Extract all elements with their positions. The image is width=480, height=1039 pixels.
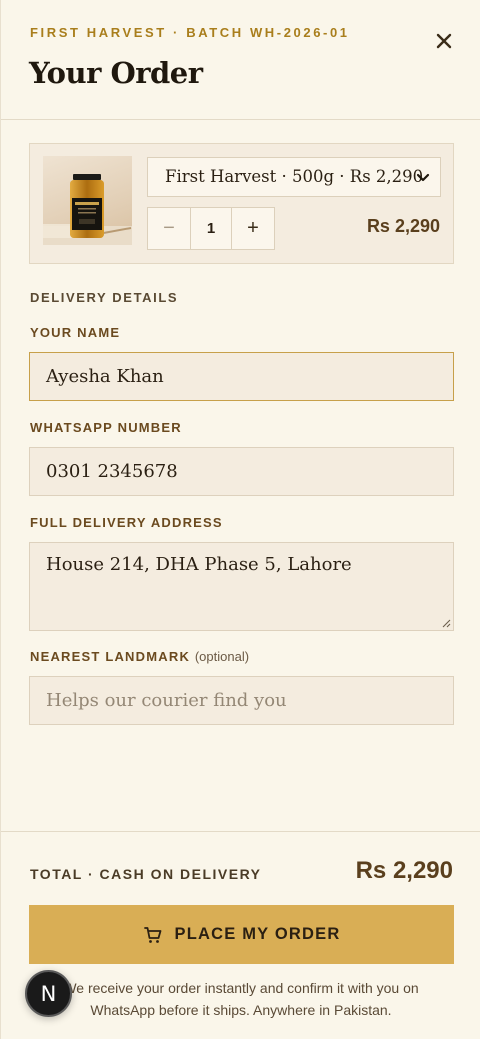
address-field[interactable]: House 214, DHA Phase 5, Lahore [29, 542, 454, 631]
divider [1, 119, 480, 120]
cart-icon [143, 926, 161, 943]
delivery-section-label: DELIVERY DETAILS [30, 290, 179, 305]
landmark-label: NEAREST LANDMARK (optional) [30, 649, 249, 664]
variant-select-value: First Harvest · 500g · Rs 2,290 [165, 167, 424, 186]
increase-quantity-button[interactable]: + [232, 208, 274, 249]
chevron-down-icon [416, 173, 430, 182]
close-icon [436, 33, 452, 49]
name-field[interactable]: Ayesha Khan [29, 352, 454, 401]
divider [1, 831, 480, 832]
total-label: TOTAL · CASH ON DELIVERY [30, 866, 262, 882]
whatsapp-field-value: 0301 2345678 [46, 461, 178, 482]
variant-select[interactable]: First Harvest · 500g · Rs 2,290 [147, 157, 441, 197]
landmark-field-placeholder: Helps our courier find you [46, 690, 287, 711]
line-price: Rs 2,290 [366, 216, 440, 236]
quantity-value: 1 [190, 208, 232, 249]
order-panel: FIRST HARVEST · BATCH WH-2026-01 Your Or… [0, 0, 480, 1039]
cart-item: First Harvest · 500g · Rs 2,290 − 1 + Rs… [29, 143, 454, 264]
whatsapp-field[interactable]: 0301 2345678 [29, 447, 454, 496]
address-label: FULL DELIVERY ADDRESS [30, 515, 223, 530]
name-field-value: Ayesha Khan [46, 366, 164, 387]
place-order-label: PLACE MY ORDER [174, 925, 341, 943]
whatsapp-label: WHATSAPP NUMBER [30, 420, 182, 435]
name-label: YOUR NAME [30, 325, 121, 340]
order-note: We receive your order instantly and conf… [63, 980, 419, 1018]
dev-badge[interactable]: N [25, 970, 72, 1017]
place-order-button[interactable]: PLACE MY ORDER [29, 905, 454, 964]
quantity-stepper: − 1 + [147, 207, 275, 250]
landmark-field[interactable]: Helps our courier find you [29, 676, 454, 725]
optional-hint: (optional) [194, 649, 250, 664]
resize-handle-icon[interactable] [441, 618, 451, 628]
close-button[interactable] [431, 28, 457, 54]
landmark-label-text: NEAREST LANDMARK [30, 649, 191, 664]
page-title: Your Order [29, 56, 203, 90]
batch-eyebrow: FIRST HARVEST · BATCH WH-2026-01 [30, 25, 350, 40]
total-value: Rs 2,290 [355, 857, 453, 884]
decrease-quantity-button[interactable]: − [148, 208, 190, 249]
address-field-value: House 214, DHA Phase 5, Lahore [46, 554, 352, 575]
honey-jar-image [43, 156, 132, 245]
